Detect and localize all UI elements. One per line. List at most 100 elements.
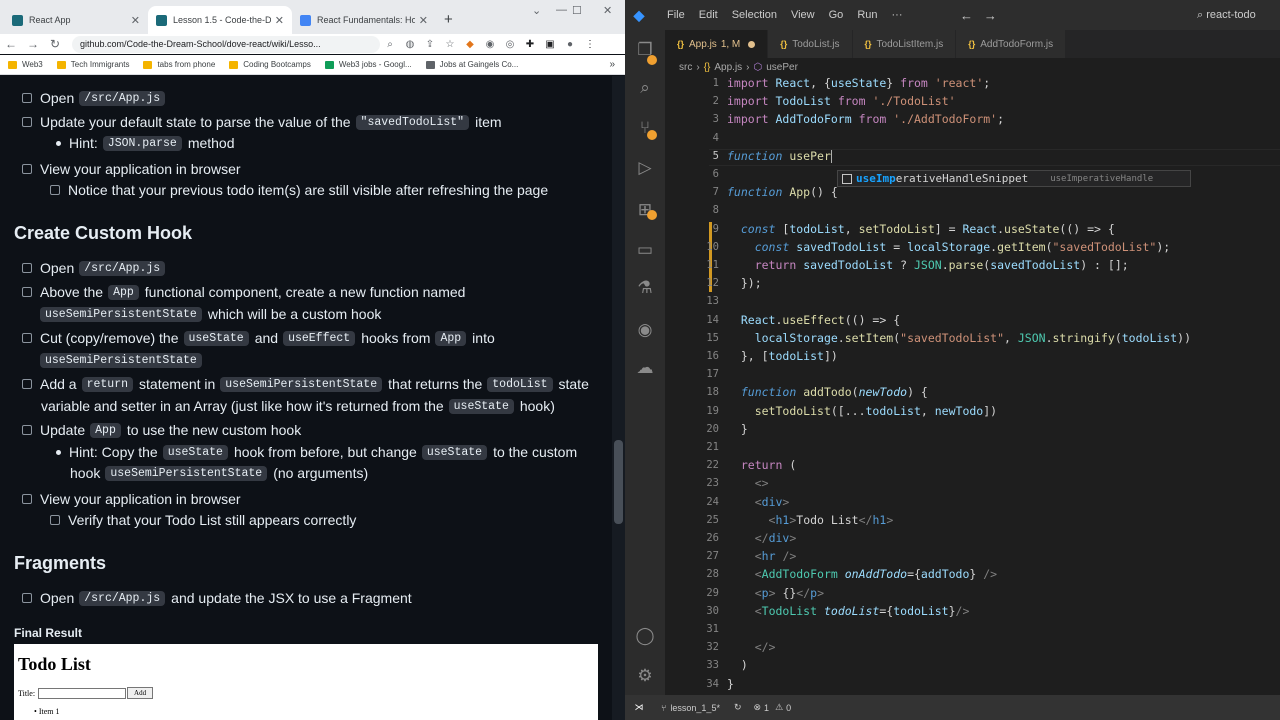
extension-icon[interactable]: ◎ xyxy=(500,39,520,50)
sidebar-icon[interactable]: ▣ xyxy=(540,39,560,50)
task-checkbox[interactable] xyxy=(22,494,32,504)
task-checkbox[interactable] xyxy=(22,117,32,127)
window-close-icon[interactable]: ✕ xyxy=(603,4,612,17)
code-line[interactable]: } xyxy=(727,422,748,436)
chevron-down-icon[interactable]: ⌄ xyxy=(532,4,541,17)
bookmark-item[interactable]: Web3 xyxy=(8,60,43,69)
task-checkbox[interactable] xyxy=(22,333,32,343)
breadcrumb-folder[interactable]: src xyxy=(679,62,692,73)
github-icon[interactable]: ◉ xyxy=(635,320,655,340)
bookmark-item[interactable]: tabs from phone xyxy=(143,60,215,69)
page-scrollbar-thumb[interactable] xyxy=(614,440,623,524)
code-line[interactable]: <p> {}</p> xyxy=(727,586,824,600)
menu-view[interactable]: View xyxy=(791,9,815,21)
code-line[interactable]: </div> xyxy=(727,531,797,545)
account-icon[interactable]: ◯ xyxy=(635,626,655,646)
browser-tab-react-app[interactable]: React App ✕ xyxy=(4,6,148,34)
kebab-menu-icon[interactable]: ⋮ xyxy=(580,39,600,50)
code-line[interactable]: import AddTodoForm from './AddTodoForm'; xyxy=(727,112,1004,126)
code-line[interactable]: ) xyxy=(727,658,748,672)
remote-icon[interactable]: ⋊ xyxy=(625,702,653,713)
extension-icon[interactable]: ◍ xyxy=(400,39,420,50)
task-checkbox[interactable] xyxy=(22,593,32,603)
reload-icon[interactable]: ↻ xyxy=(44,37,66,51)
code-line[interactable]: }, [todoList]) xyxy=(727,349,838,363)
task-checkbox[interactable] xyxy=(22,379,32,389)
address-bar[interactable]: github.com/Code-the-Dream-School/dove-re… xyxy=(72,35,380,53)
testing-icon[interactable]: ⚗ xyxy=(635,278,655,298)
autocomplete-suggestion[interactable]: useImperativeHandleSnippet useImperative… xyxy=(837,170,1191,187)
remote-explorer-icon[interactable]: ▭ xyxy=(635,240,655,260)
code-line[interactable]: <TodoList todoList={todoList}/> xyxy=(727,604,970,618)
menu-run[interactable]: Run xyxy=(857,9,877,21)
bookmark-item[interactable]: Jobs at Gaingels Co... xyxy=(425,60,518,69)
docker-icon[interactable]: ☁ xyxy=(635,358,655,378)
menu-more[interactable]: ··· xyxy=(892,9,903,21)
code-editor[interactable]: 1 import React, {useState} from 'react'; 2… xyxy=(665,76,1280,695)
minimize-icon[interactable]: — xyxy=(556,4,567,16)
code-line[interactable]: const [todoList, setTodoList] = React.us… xyxy=(727,222,1115,236)
code-line[interactable]: const savedTodoList = localStorage.getIt… xyxy=(727,240,1171,254)
code-line[interactable]: <> xyxy=(727,476,769,490)
code-line[interactable]: return savedTodoList ? JSON.parse(savedT… xyxy=(727,258,1129,272)
share-icon[interactable]: ⇪ xyxy=(420,39,440,50)
code-line[interactable]: } xyxy=(727,677,734,691)
menu-edit[interactable]: Edit xyxy=(699,9,718,21)
nav-back-forward-icon[interactable]: ← → xyxy=(960,8,997,23)
close-icon[interactable]: ✕ xyxy=(131,14,140,27)
new-tab-plus-icon[interactable]: + xyxy=(444,11,453,28)
tab-todolistitem-js[interactable]: {} TodoListItem.js xyxy=(852,30,957,58)
run-debug-icon[interactable]: ▷ xyxy=(635,158,655,178)
bookmark-item[interactable]: Coding Bootcamps xyxy=(229,60,311,69)
bookmark-item[interactable]: Tech Immigrants xyxy=(56,60,129,69)
breadcrumb-file[interactable]: App.js xyxy=(714,62,742,73)
code-line[interactable]: function App() { xyxy=(727,185,838,199)
problems-count[interactable]: 1 xyxy=(764,703,769,713)
task-checkbox[interactable] xyxy=(50,185,60,195)
search-icon[interactable]: ⌕ xyxy=(635,78,655,98)
bookmark-item[interactable]: Web3 jobs - Googl... xyxy=(324,60,412,69)
close-icon[interactable]: ✕ xyxy=(275,14,284,27)
task-checkbox[interactable] xyxy=(50,515,60,525)
gear-icon[interactable]: ⚙ xyxy=(635,666,655,686)
code-line[interactable]: setTodoList([...todoList, newTodo]) xyxy=(727,404,997,418)
back-arrow-icon[interactable]: ← xyxy=(0,37,22,51)
code-line[interactable]: localStorage.setItem("savedTodoList", JS… xyxy=(727,331,1191,345)
warnings-count[interactable]: 0 xyxy=(786,703,791,713)
zoom-icon[interactable]: ⌕ xyxy=(380,39,400,50)
close-icon[interactable]: ✕ xyxy=(419,14,428,27)
menu-selection[interactable]: Selection xyxy=(732,9,777,21)
sync-icon[interactable]: ↻ xyxy=(734,702,742,713)
code-line[interactable]: <div> xyxy=(727,495,790,509)
task-checkbox[interactable] xyxy=(22,263,32,273)
browser-tab-lesson[interactable]: Lesson 1.5 - Code-the-Dre ✕ xyxy=(148,6,292,34)
code-line[interactable]: <h1>Todo List</h1> xyxy=(727,513,894,527)
code-line[interactable]: function addTodo(newTodo) { xyxy=(727,385,928,399)
code-line[interactable]: </> xyxy=(727,640,776,654)
menu-file[interactable]: File xyxy=(667,9,685,21)
code-line[interactable]: <hr /> xyxy=(727,549,797,563)
task-checkbox[interactable] xyxy=(22,93,32,103)
extension-icon[interactable]: ◉ xyxy=(480,39,500,50)
task-checkbox[interactable] xyxy=(22,425,32,435)
code-line[interactable]: React.useEffect(() => { xyxy=(727,313,900,327)
branch-name[interactable]: lesson_1_5* xyxy=(670,703,720,713)
code-line[interactable]: function usePer xyxy=(727,149,832,163)
puzzle-icon[interactable]: ✚ xyxy=(520,39,540,50)
maximize-icon[interactable]: ☐ xyxy=(572,4,582,17)
code-line[interactable]: return ( xyxy=(727,458,796,472)
code-line[interactable]: import React, {useState} from 'react'; xyxy=(727,76,990,90)
tab-todolist-js[interactable]: {} TodoList.js xyxy=(768,30,853,58)
avatar[interactable]: ● xyxy=(560,39,580,50)
code-line[interactable]: import TodoList from './TodoList' xyxy=(727,94,956,108)
code-line[interactable]: }); xyxy=(727,276,762,290)
menu-go[interactable]: Go xyxy=(829,9,844,21)
task-checkbox[interactable] xyxy=(22,164,32,174)
tab-addtodoform-js[interactable]: {} AddTodoForm.js xyxy=(956,30,1067,58)
bookmark-star-icon[interactable]: ☆ xyxy=(440,39,460,50)
page-scrollbar[interactable] xyxy=(612,76,625,720)
more-bookmarks-icon[interactable]: » xyxy=(609,59,615,70)
metamask-icon[interactable]: ◆ xyxy=(460,39,480,50)
breadcrumb-symbol[interactable]: usePer xyxy=(766,62,798,73)
forward-arrow-icon[interactable]: → xyxy=(22,37,44,51)
